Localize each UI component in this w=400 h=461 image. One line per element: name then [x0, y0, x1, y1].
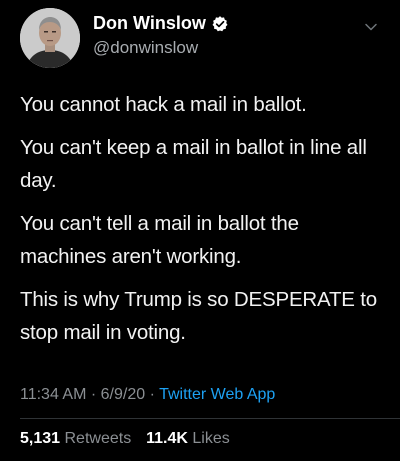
tweet-paragraph: You cannot hack a mail in ballot. [20, 93, 307, 116]
likes-label: Likes [192, 430, 230, 447]
meta-separator: · [149, 386, 155, 403]
tweet-meta: 11:34 AM · 6/9/20 · Twitter Web App [20, 386, 275, 404]
likes-count: 11.4K [146, 430, 188, 447]
likes-stat[interactable]: 11.4K Likes [146, 430, 230, 447]
tweet-text: You cannot hack a mail in ballot. You ca… [20, 88, 390, 359]
chevron-down-icon[interactable] [364, 20, 378, 34]
divider [20, 418, 400, 419]
author-name[interactable]: Don Winslow [93, 13, 206, 34]
retweets-label: Retweets [64, 430, 132, 447]
tweet-stats: 5,131 Retweets 11.4K Likes [20, 430, 230, 448]
author-name-row[interactable]: Don Winslow [93, 13, 229, 34]
verified-badge-icon [211, 15, 229, 33]
tweet-date[interactable]: 6/9/20 [101, 386, 145, 403]
tweet-time[interactable]: 11:34 AM [20, 386, 86, 403]
tweet-paragraph: You can't keep a mail in ballot in line … [20, 136, 367, 192]
tweet-paragraph: You can't tell a mail in ballot the mach… [20, 212, 299, 268]
author-handle[interactable]: @donwinslow [93, 38, 198, 58]
retweets-stat[interactable]: 5,131 Retweets [20, 430, 136, 447]
retweets-count: 5,131 [20, 430, 61, 447]
avatar[interactable] [20, 8, 80, 68]
avatar-photo [20, 8, 80, 68]
tweet-source-link[interactable]: Twitter Web App [159, 386, 275, 403]
tweet-paragraph: This is why Trump is so DESPERATE to sto… [20, 288, 377, 344]
meta-separator: · [90, 386, 97, 403]
tweet-card: Don Winslow @donwinslow You cannot hack … [0, 0, 400, 461]
